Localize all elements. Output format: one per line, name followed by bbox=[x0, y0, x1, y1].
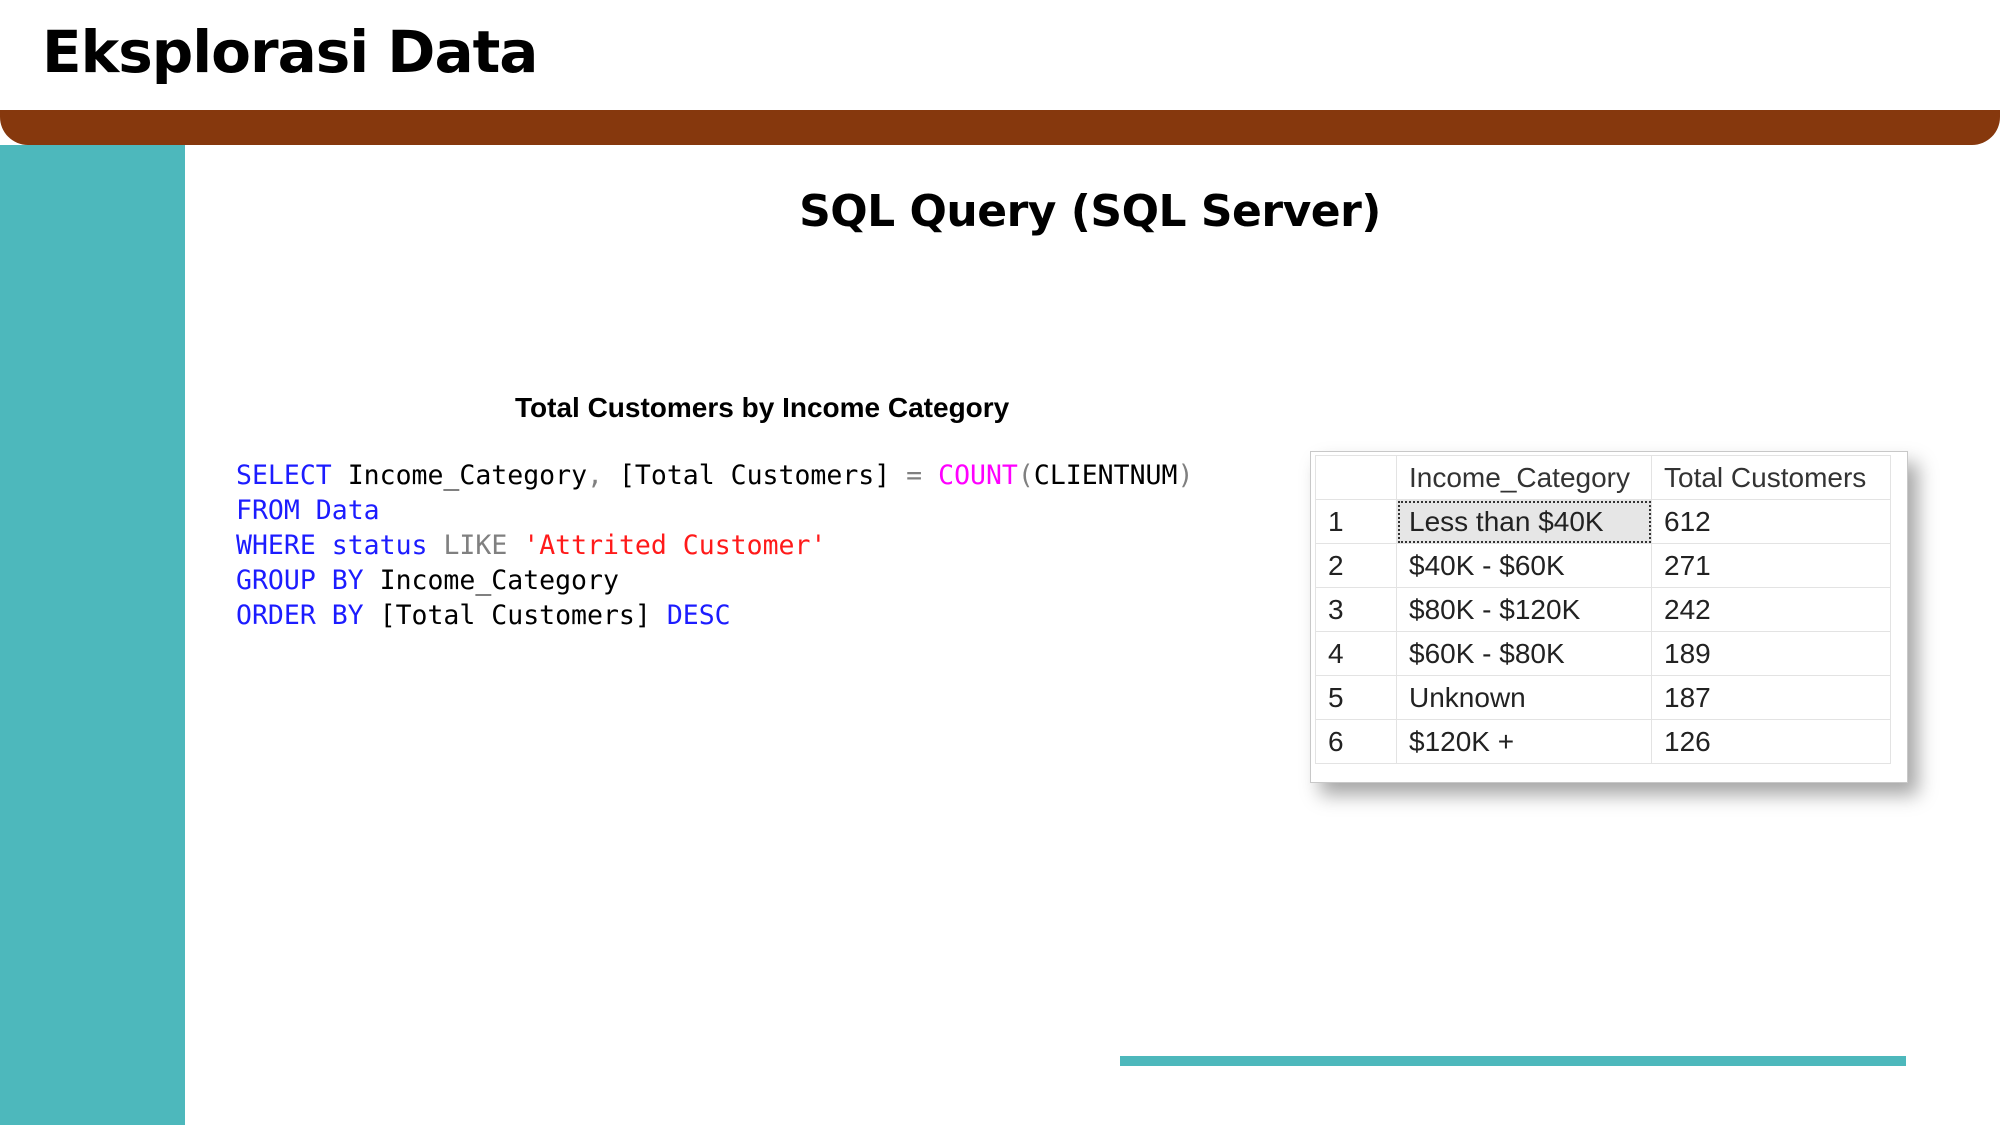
slide-subtitle: SQL Query (SQL Server) bbox=[799, 186, 1381, 237]
table-row: 6 $120K + 126 bbox=[1315, 719, 1891, 764]
sql-identifier: Income_Category bbox=[347, 460, 588, 491]
total-cell[interactable]: 189 bbox=[1651, 631, 1891, 676]
table-row: 2 $40K - $60K 271 bbox=[1315, 543, 1891, 588]
table-row: 4 $60K - $80K 189 bbox=[1315, 631, 1891, 676]
sql-keyword: GROUP BY bbox=[236, 565, 364, 596]
row-number[interactable]: 5 bbox=[1315, 675, 1397, 720]
sql-function: COUNT bbox=[938, 460, 1018, 491]
section-title: Total Customers by Income Category bbox=[515, 392, 1010, 423]
sql-keyword: ORDER BY bbox=[236, 600, 364, 631]
sql-keyword: FROM bbox=[236, 495, 300, 526]
total-cell[interactable]: 271 bbox=[1651, 543, 1891, 588]
sql-operator: = bbox=[906, 460, 923, 491]
total-cell[interactable]: 126 bbox=[1651, 719, 1891, 764]
sql-keyword: SELECT bbox=[236, 460, 332, 491]
sql-code-block: SELECT Income_Category, [Total Customers… bbox=[236, 458, 1193, 633]
table-row: 5 Unknown 187 bbox=[1315, 675, 1891, 720]
row-number[interactable]: 3 bbox=[1315, 587, 1397, 632]
row-number[interactable]: 2 bbox=[1315, 543, 1397, 588]
sql-string-literal: 'Attrited Customer' bbox=[523, 530, 827, 561]
left-accent-bar bbox=[0, 145, 185, 1125]
sql-identifier: [Total Customers] bbox=[379, 600, 651, 631]
row-number[interactable]: 4 bbox=[1315, 631, 1397, 676]
table-row: 1 Less than $40K 612 bbox=[1315, 499, 1891, 544]
category-cell[interactable]: Less than $40K bbox=[1396, 499, 1652, 544]
results-table: Income_Category Total Customers 1 Less t… bbox=[1315, 455, 1891, 764]
total-cell[interactable]: 242 bbox=[1651, 587, 1891, 632]
sql-identifier: CLIENTNUM bbox=[1033, 460, 1178, 491]
header-band bbox=[0, 110, 2000, 145]
accent-divider-line bbox=[1120, 1056, 1906, 1066]
query-results-grid: Income_Category Total Customers 1 Less t… bbox=[1310, 451, 1908, 783]
sql-operator: , bbox=[587, 460, 603, 491]
column-header-income-category[interactable]: Income_Category bbox=[1396, 455, 1652, 500]
total-cell[interactable]: 187 bbox=[1651, 675, 1891, 720]
sql-identifier: [Total Customers] bbox=[618, 460, 891, 491]
category-cell[interactable]: $80K - $120K bbox=[1396, 587, 1652, 632]
category-cell[interactable]: $60K - $80K bbox=[1396, 631, 1652, 676]
table-header-row: Income_Category Total Customers bbox=[1315, 455, 1891, 500]
sql-identifier: Data bbox=[315, 495, 380, 526]
column-header-total-customers[interactable]: Total Customers bbox=[1651, 455, 1891, 500]
page-title: Eksplorasi Data bbox=[42, 18, 538, 86]
table-row: 3 $80K - $120K 242 bbox=[1315, 587, 1891, 632]
sql-keyword: DESC bbox=[666, 600, 731, 631]
row-number-header[interactable] bbox=[1315, 455, 1397, 500]
row-number[interactable]: 6 bbox=[1315, 719, 1397, 764]
sql-keyword: WHERE bbox=[236, 530, 316, 561]
sql-operator: ( bbox=[1017, 460, 1034, 491]
sql-identifier: Income_Category bbox=[379, 565, 619, 596]
category-cell[interactable]: Unknown bbox=[1396, 675, 1652, 720]
total-cell[interactable]: 612 bbox=[1651, 499, 1891, 544]
category-cell[interactable]: $40K - $60K bbox=[1396, 543, 1652, 588]
sql-operator: ) bbox=[1177, 460, 1194, 491]
sql-operator: LIKE bbox=[443, 530, 508, 561]
category-cell[interactable]: $120K + bbox=[1396, 719, 1652, 764]
row-number[interactable]: 1 bbox=[1315, 499, 1397, 544]
sql-identifier: status bbox=[331, 530, 428, 561]
